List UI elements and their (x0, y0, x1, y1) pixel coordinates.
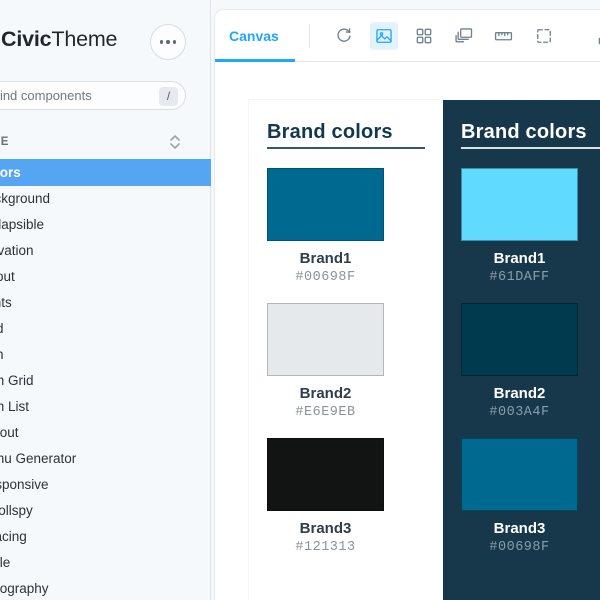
logo-regular-part: Theme (51, 27, 118, 51)
grid-toggle-button[interactable] (410, 22, 438, 50)
ellipsis-icon (159, 40, 177, 44)
measure-button[interactable] (490, 22, 518, 50)
color-card-brand3-dark: Brand3 #00698F (461, 438, 578, 556)
sidebar-item-fonts[interactable]: Fonts (0, 290, 211, 316)
toolbar-divider (308, 23, 310, 48)
color-card-brand2-dark: Brand2 #003A4F (461, 303, 578, 421)
sidebar-item-responsive[interactable]: Responsive (0, 472, 211, 498)
sidebar: CivicTheme Find components / BASE Colors… (0, 0, 211, 600)
color-swatch (461, 303, 578, 376)
logo-bold-part: Civic (1, 27, 52, 51)
viewport-size-button[interactable] (450, 22, 478, 50)
sidebar-item-grid[interactable]: Grid (0, 316, 211, 342)
sidebar-item-menu-generator[interactable]: Menu Generator (0, 446, 211, 472)
search-shortcut-badge: / (159, 87, 178, 106)
background-toggle-button[interactable] (369, 21, 398, 50)
sidebar-item-spacing[interactable]: Spacing (0, 524, 211, 550)
canvas-area: Canvas Brand colors Brand1 #00698F Brand… (211, 0, 600, 600)
expand-collapse-icon[interactable] (167, 133, 183, 151)
app-logo[interactable]: CivicTheme (1, 27, 118, 52)
color-swatch (267, 303, 384, 376)
sidebar-item-flyout[interactable]: Flyout (0, 264, 211, 290)
outline-icon (536, 28, 551, 43)
color-card-brand2-light: Brand2 #E6E9EB (267, 303, 384, 421)
sync-icon (337, 27, 351, 42)
sidebar-menu-button[interactable] (150, 24, 186, 60)
sidebar-item-typography[interactable]: Typography (0, 576, 211, 600)
sidebar-item-collapsible[interactable]: Collapsible (0, 212, 211, 238)
color-swatch (461, 438, 578, 511)
color-card-brand1-light: Brand1 #00698F (267, 168, 384, 286)
sidebar-item-item-list[interactable]: Item List (0, 394, 211, 420)
color-swatch (461, 168, 578, 241)
brand-colors-panel-light: Brand colors Brand1 #00698F Brand2 #E6E9… (249, 100, 443, 600)
ruler-icon (495, 31, 513, 40)
sidebar-item-colors[interactable]: Colors (0, 159, 211, 186)
color-card-brand3-light: Brand3 #121313 (267, 438, 384, 556)
sidebar-item-icon[interactable]: Icon (0, 342, 211, 368)
search-placeholder: Find components (0, 88, 92, 103)
fullscreen-button[interactable] (592, 23, 600, 51)
story-preview: Brand colors Brand1 #00698F Brand2 #E6E9… (215, 62, 600, 600)
sidebar-item-item-grid[interactable]: Item Grid (0, 368, 211, 394)
title-underline (461, 147, 600, 149)
outline-button[interactable] (530, 22, 558, 50)
color-swatch (267, 438, 384, 511)
component-list: Colors Background Collapsible Elevation … (0, 159, 211, 600)
sidebar-item-elevation[interactable]: Elevation (0, 238, 211, 264)
title-underline (267, 147, 425, 149)
canvas-toolbar: Canvas (215, 10, 600, 62)
sidebar-item-layout[interactable]: Layout (0, 420, 211, 446)
grid-icon (416, 28, 432, 43)
color-swatch (267, 168, 384, 241)
panel-title: Brand colors (267, 121, 393, 143)
tab-canvas[interactable]: Canvas (215, 10, 295, 62)
image-icon (376, 28, 392, 43)
color-card-brand1-dark: Brand1 #61DAFF (461, 168, 578, 286)
section-label: BASE (0, 136, 11, 148)
viewport-size-icon (455, 27, 472, 42)
preview-panel: Canvas Brand colors Brand1 #00698F Brand… (215, 10, 600, 600)
panel-title: Brand colors (461, 121, 587, 143)
sidebar-section-header[interactable]: BASE (0, 132, 211, 152)
sidebar-item-scrollspy[interactable]: Scrollspy (0, 498, 211, 524)
sidebar-item-background[interactable]: Background (0, 186, 211, 212)
brand-colors-panel-dark: Brand colors Brand1 #61DAFF Brand2 #003A… (443, 100, 600, 600)
remount-sync-button[interactable] (330, 22, 358, 50)
sidebar-item-table[interactable]: Table (0, 550, 211, 576)
search-input[interactable]: Find components / (0, 81, 186, 110)
